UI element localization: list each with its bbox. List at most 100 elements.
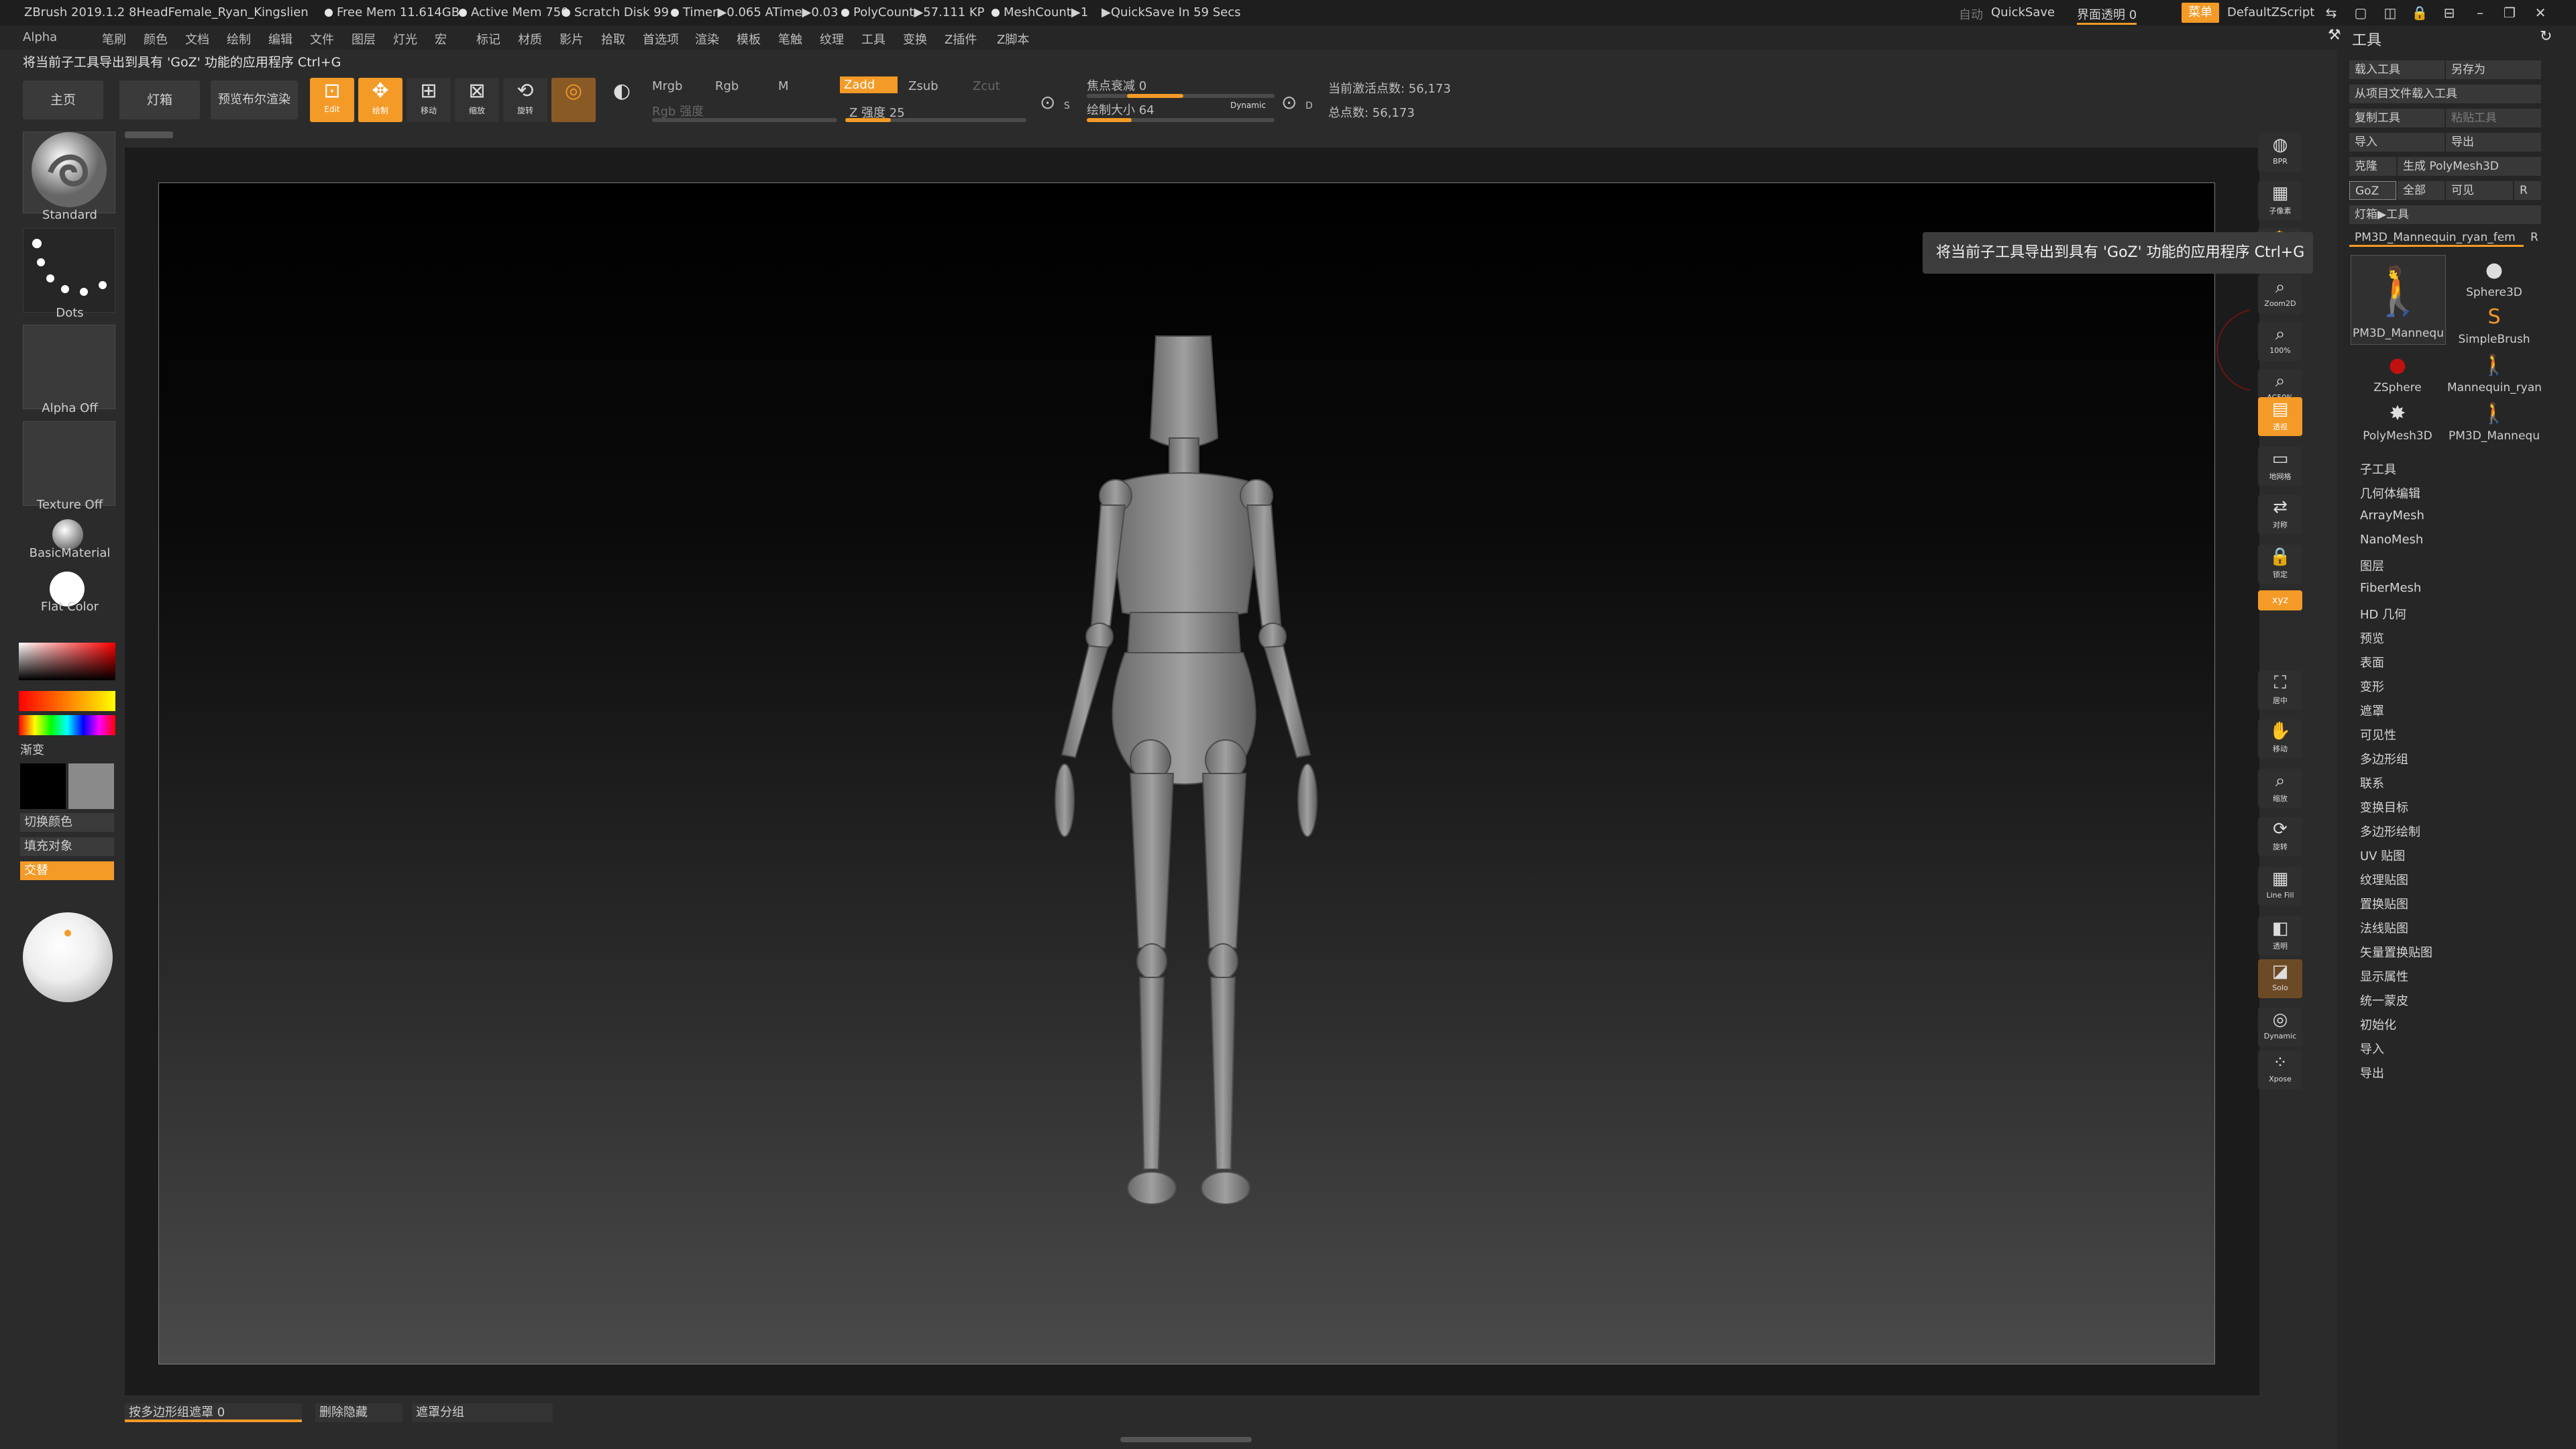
- menu-item[interactable]: 影片: [559, 30, 584, 48]
- tool-thumbnail[interactable]: ● Sphere3D: [2447, 255, 2541, 299]
- tool-section-header[interactable]: 联系: [2360, 774, 2384, 792]
- tool-section-header[interactable]: 遮罩: [2360, 702, 2384, 719]
- import-button[interactable]: 导入: [2349, 133, 2445, 152]
- rotate-view-button[interactable]: ⟳ 旋转: [2258, 817, 2302, 856]
- tool-section-header[interactable]: 几何体编辑: [2360, 484, 2420, 502]
- restore-icon[interactable]: ❐: [2498, 4, 2521, 21]
- load-tool-button[interactable]: 载入工具: [2349, 60, 2445, 79]
- panel-toggle-icon[interactable]: ⊟: [2438, 4, 2461, 21]
- menu-item[interactable]: 笔刷: [102, 30, 126, 48]
- solo-button[interactable]: ◪ Solo: [2258, 959, 2302, 998]
- dynamic-toggle[interactable]: Dynamic: [1230, 101, 1266, 110]
- tool-section-header[interactable]: 多边形绘制: [2360, 822, 2420, 840]
- fill-object-button[interactable]: 填充对象: [20, 837, 114, 856]
- document-canvas[interactable]: [158, 182, 2215, 1364]
- tool-thumbnail[interactable]: 🚶 PM3D_Mannequ: [2447, 398, 2541, 443]
- alternate-button[interactable]: 交替: [20, 861, 114, 880]
- rgb-intensity-slider[interactable]: [652, 118, 837, 122]
- tool-section-header[interactable]: 导入: [2360, 1040, 2384, 1057]
- menu-item[interactable]: Z插件: [945, 30, 977, 48]
- tool-section-header[interactable]: 显示属性: [2360, 967, 2408, 985]
- tool-section-header[interactable]: ArrayMesh: [2360, 508, 2424, 523]
- brush-slot[interactable]: [23, 131, 115, 213]
- perspective-button[interactable]: ▤ 透视: [2258, 397, 2302, 436]
- tool-section-header[interactable]: 可见性: [2360, 726, 2396, 743]
- goz-r-button[interactable]: R: [2514, 181, 2541, 200]
- menu-item[interactable]: 文档: [185, 30, 209, 48]
- zsub-toggle[interactable]: Zsub: [908, 79, 938, 93]
- menu-item[interactable]: 图层: [352, 30, 376, 48]
- load-from-project-button[interactable]: 从项目文件载入工具: [2349, 85, 2541, 103]
- tool-thumbnail[interactable]: 🚶 PM3D_Mannequ: [2351, 255, 2446, 345]
- rotate-button[interactable]: ⟲ 旋转: [503, 78, 547, 122]
- tool-section-header[interactable]: 法线贴图: [2360, 919, 2408, 936]
- window-icon[interactable]: ▢: [2349, 4, 2372, 21]
- scale-button[interactable]: ⊠ 缩放: [455, 78, 499, 122]
- menu-item[interactable]: 渲染: [695, 30, 719, 48]
- default-zscript[interactable]: DefaultZScript: [2227, 5, 2314, 19]
- hue-strip[interactable]: [19, 691, 115, 711]
- navigation-sphere[interactable]: [23, 912, 113, 1002]
- local-button[interactable]: ⇄ 对称: [2258, 495, 2302, 534]
- clone-button[interactable]: 克隆: [2349, 157, 2396, 176]
- refresh-icon[interactable]: ↻: [2540, 28, 2552, 45]
- lightbox-button[interactable]: 灯箱: [119, 80, 200, 119]
- mrgb-toggle[interactable]: Mrgb: [652, 79, 682, 93]
- menu-item[interactable]: 工具: [861, 30, 885, 48]
- menu-item[interactable]: 绘制: [227, 30, 251, 48]
- switch-color-button[interactable]: 切换颜色: [20, 813, 114, 832]
- menu-item[interactable]: Z脚本: [997, 30, 1029, 48]
- alpha-slot[interactable]: [23, 325, 115, 409]
- home-button[interactable]: 主页: [23, 80, 103, 119]
- close-icon[interactable]: ✕: [2529, 4, 2552, 21]
- current-tool-slider[interactable]: PM3D_Mannequin_ryan_fem: [2349, 228, 2524, 247]
- subpixel-button[interactable]: ▦ 子像素: [2258, 181, 2302, 220]
- edit-button[interactable]: ⊡ Edit: [310, 78, 354, 122]
- transp-button[interactable]: ◧ 透明: [2258, 916, 2302, 955]
- zadd-toggle[interactable]: Zadd: [840, 76, 898, 93]
- tool-section-header[interactable]: 变形: [2360, 678, 2384, 695]
- focal-shift-icon[interactable]: ⊙: [1040, 91, 1055, 113]
- tool-section-header[interactable]: FiberMesh: [2360, 581, 2421, 595]
- copy-tool-button[interactable]: 复制工具: [2349, 109, 2445, 127]
- lock-button[interactable]: 🔒 锁定: [2258, 545, 2302, 584]
- tool-section-header[interactable]: 预览: [2360, 629, 2384, 647]
- xpose-button[interactable]: ⁘ Xpose: [2258, 1051, 2302, 1089]
- polygroup-mask-slider[interactable]: 按多边形组遮罩 0: [125, 1403, 302, 1422]
- menu-item[interactable]: 纹理: [820, 30, 844, 48]
- color-picker[interactable]: [19, 643, 115, 680]
- focal-shift-slider[interactable]: [1087, 94, 1275, 98]
- dynamic-button[interactable]: ◎ Dynamic: [2258, 1008, 2302, 1046]
- zcut-toggle[interactable]: Zcut: [973, 79, 1000, 93]
- draw-size-slider[interactable]: [1087, 118, 1275, 122]
- bpr-button[interactable]: ◍ BPR: [2258, 133, 2302, 172]
- menu-item[interactable]: 颜色: [144, 30, 168, 48]
- move-button[interactable]: ⊞ 移动: [407, 78, 451, 122]
- move-view-button[interactable]: ✋ 移动: [2258, 719, 2302, 758]
- paste-tool-button[interactable]: 粘贴工具: [2446, 109, 2541, 127]
- save-as-button[interactable]: 另存为: [2446, 60, 2541, 79]
- tool-section-header[interactable]: 初始化: [2360, 1016, 2396, 1033]
- tool-section-header[interactable]: 表面: [2360, 653, 2384, 671]
- floor-button[interactable]: ▭ 地网格: [2258, 447, 2302, 486]
- tool-section-header[interactable]: 矢量置换贴图: [2360, 943, 2432, 961]
- menu-chip[interactable]: 菜单: [2182, 3, 2219, 23]
- tool-thumbnail[interactable]: ✸ PolyMesh3D: [2351, 398, 2445, 443]
- frame-button[interactable]: ⛶ 居中: [2258, 671, 2302, 710]
- zoom-view-button[interactable]: ⌕ 缩放: [2258, 769, 2302, 808]
- goz-visible-button[interactable]: 可见: [2446, 181, 2513, 200]
- tool-section-header[interactable]: 图层: [2360, 557, 2384, 574]
- tool-section-header[interactable]: 置换贴图: [2360, 895, 2408, 912]
- menu-item[interactable]: 笔触: [778, 30, 802, 48]
- z-intensity-slider[interactable]: [845, 118, 1026, 122]
- lightbox-tools-button[interactable]: 灯箱▶工具: [2349, 205, 2541, 224]
- spectrum-strip[interactable]: [19, 715, 115, 735]
- tool-section-header[interactable]: NanoMesh: [2360, 533, 2423, 547]
- menu-item[interactable]: 编辑: [268, 30, 292, 48]
- menu-item[interactable]: 材质: [518, 30, 542, 48]
- goz-all-button[interactable]: 全部: [2398, 181, 2445, 200]
- ui-transparency-slider[interactable]: 界面透明 0: [2077, 5, 2137, 25]
- tool-section-header[interactable]: UV 贴图: [2360, 847, 2405, 864]
- draw-size-icon[interactable]: ⊙: [1281, 91, 1297, 113]
- bpr-preview-button[interactable]: 预览布尔渲染: [211, 80, 298, 119]
